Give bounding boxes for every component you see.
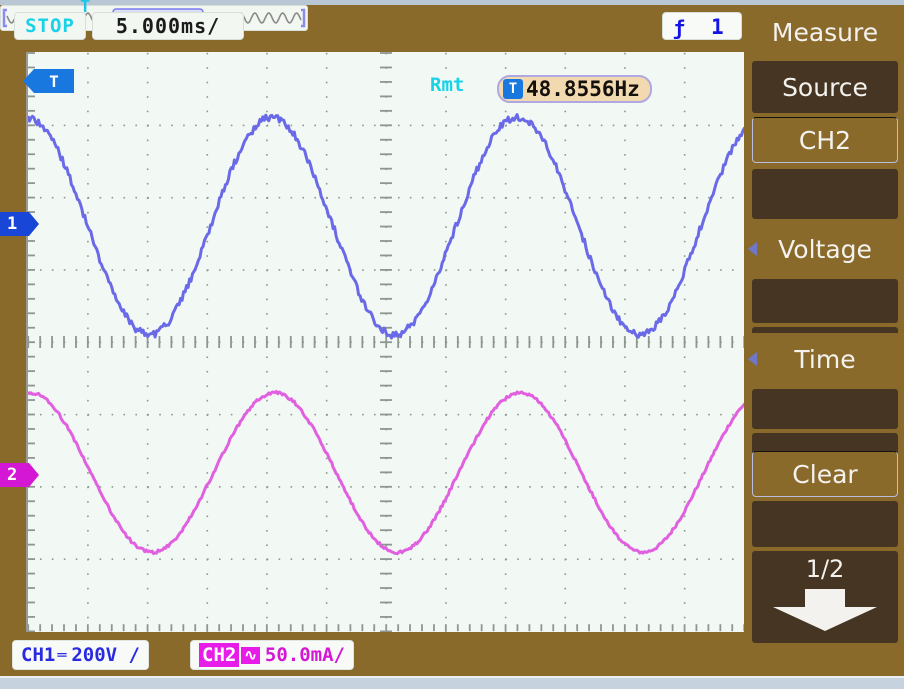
menu-title-label: Measure [771, 17, 879, 47]
trigger-frequency-value: 48.8556Hz [526, 77, 640, 101]
trigger-level-label: T [49, 71, 59, 91]
softkey-menu: Measure Source CH2 Voltage Time Clear 1/… [748, 5, 900, 676]
timebase-readout[interactable]: 5.000ms/ [92, 12, 244, 40]
menu-item-voltage[interactable]: Voltage [748, 223, 898, 275]
trigger-level-marker[interactable]: T [23, 69, 74, 93]
ch1-scale: 200V / [71, 644, 140, 666]
trigger-badge-icon: T [503, 79, 523, 99]
chevron-left-icon [748, 352, 757, 366]
dc-coupling-icon: ═ [57, 645, 67, 664]
rising-edge-icon: ƒ [673, 16, 687, 40]
overview-right-bracket [301, 8, 306, 28]
menu-item-source-label: Source [782, 72, 868, 102]
bottom-edge-band [0, 676, 904, 689]
ch1-ground-marker[interactable]: 1 [0, 212, 40, 236]
menu-item-clear-label: Clear [792, 459, 858, 489]
menu-item-time-label: Time [794, 344, 856, 374]
trigger-source-label: 1 [711, 15, 725, 39]
ac-coupling-icon: ∿ [241, 646, 260, 664]
ch1-marker-label: 1 [7, 214, 18, 234]
waveform-graticule[interactable]: Vrms= 214V Vrms=19.8mA [26, 52, 744, 632]
menu-slot-empty-2[interactable] [752, 279, 898, 323]
ch2-scale: 50.0mA/ [264, 644, 345, 666]
ch1-trace [28, 113, 744, 340]
ch1-label: CH1 [21, 644, 56, 666]
ch2-marker-label: 2 [7, 465, 18, 485]
menu-page-control[interactable]: 1/2 [752, 551, 898, 643]
menu-item-ch2-label: CH2 [798, 125, 852, 155]
oscilloscope-screen: STOP 5.000ms/ T ƒ 1 1 2 T Rmt T 48.8556H… [0, 0, 904, 689]
ch2-settings-bar[interactable]: CH2 ∿ 50.0mA/ [190, 640, 354, 670]
menu-item-voltage-label: Voltage [778, 234, 872, 264]
remote-mode-label: Rmt [430, 74, 465, 96]
ch2-trace [28, 390, 744, 556]
menu-title: Measure [752, 9, 898, 55]
menu-item-time[interactable]: Time [748, 333, 898, 385]
status-bar: STOP 5.000ms/ T ƒ 1 [0, 0, 745, 45]
ch1-settings-bar[interactable]: CH1 ═ 200V / [12, 640, 149, 670]
menu-slot-empty-6[interactable] [752, 501, 898, 547]
menu-slot-empty-4[interactable] [752, 389, 898, 429]
trigger-frequency-readout: T 48.8556Hz [497, 75, 652, 103]
menu-item-source[interactable]: Source [752, 61, 898, 113]
menu-item-ch2[interactable]: CH2 [752, 117, 898, 163]
overview-left-bracket [2, 8, 7, 28]
trigger-mode-badge[interactable]: ƒ 1 [662, 12, 742, 40]
page-indicator-label: 1/2 [805, 555, 845, 583]
overview-trigger-marker: T [80, 0, 91, 17]
ch2-label: CH2 [199, 643, 240, 667]
ch2-ground-marker[interactable]: 2 [0, 463, 40, 487]
waveform-traces [28, 113, 744, 556]
down-arrow-icon[interactable] [769, 587, 881, 633]
menu-slot-empty-1[interactable] [752, 169, 898, 219]
menu-item-clear[interactable]: Clear [752, 451, 898, 497]
chevron-left-icon [748, 242, 757, 256]
run-state-badge[interactable]: STOP [14, 12, 86, 40]
